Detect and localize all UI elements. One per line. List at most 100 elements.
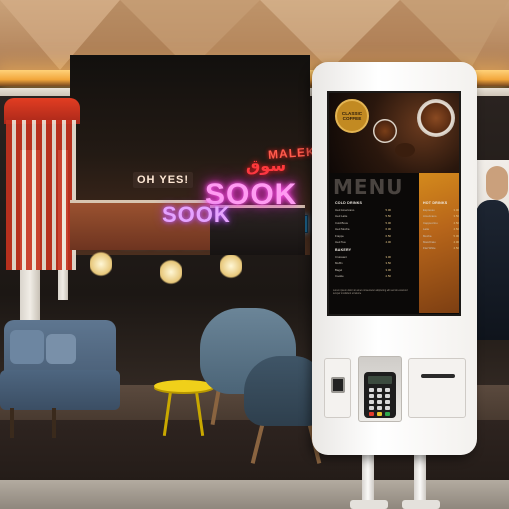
menu-item[interactable]: Iced Tea 4.00 <box>335 240 391 244</box>
menu-item-price: 6.00 <box>385 227 391 232</box>
menu-item[interactable]: Muffin 3.50 <box>335 261 391 265</box>
card-reader-panel[interactable] <box>324 358 351 418</box>
pinpad-key[interactable] <box>369 394 374 398</box>
menu-heading: BAKERY <box>335 247 352 252</box>
pendant-lamp <box>90 250 112 278</box>
menu-item-list: Croissant 3.00 Muffin 3.50 Bagel 3.00 Cookie 2.… <box>335 255 391 278</box>
pinpad-function-key[interactable] <box>369 412 374 416</box>
camera-icon <box>331 377 345 393</box>
pinpad-icon[interactable] <box>364 372 396 418</box>
pinpad-key[interactable] <box>369 388 374 392</box>
menu-item-name: Cold Brew <box>335 220 348 225</box>
menu-item-name: Iced Mocha <box>335 227 350 232</box>
sofa-leg <box>10 408 14 438</box>
menu-item-price: 5.50 <box>385 214 391 219</box>
logo-line-2: COFFEE <box>342 116 362 121</box>
menu-item-list: Espresso 3.00 Americano 3.50 Cappuccino 4.50 L… <box>423 208 459 250</box>
menu-item[interactable]: Mocha 5.00 <box>423 234 459 238</box>
menu-item-name: Macchiato <box>423 239 436 244</box>
menu-item-list: Iced Americano 5.00 Iced Latte 5.50 Cold Bre… <box>335 208 391 244</box>
menu-item-name: Americano <box>423 214 437 219</box>
menu-item-name: Mocha <box>423 233 432 238</box>
pinpad-key[interactable] <box>377 388 382 392</box>
kiosk-foot <box>350 500 388 509</box>
menu-item[interactable]: Espresso 3.00 <box>423 208 459 212</box>
menu-item[interactable]: Cookie 2.50 <box>335 274 391 278</box>
poster-man-face <box>486 166 508 200</box>
menu-item-price: 2.50 <box>385 274 391 279</box>
menu-item[interactable]: Macchiato 4.00 <box>423 240 459 244</box>
menu-item-price: 6.50 <box>385 233 391 238</box>
menu-item-name: Iced Tea <box>335 239 346 244</box>
sign-arabic: سوق <box>246 158 287 175</box>
menu-item[interactable]: Iced Mocha 6.00 <box>335 227 391 231</box>
menu-item-name: Cappuccino <box>423 220 438 225</box>
receipt-printer <box>408 358 466 418</box>
menu-item-price: 5.00 <box>385 208 391 212</box>
menu-column-right: HOT DRINKS Espresso 3.00 Americano 3.50 Capp… <box>423 201 459 253</box>
sofa-seat <box>0 370 120 410</box>
pinpad-key[interactable] <box>385 406 390 410</box>
pinpad-key[interactable] <box>369 406 374 410</box>
menu-item[interactable]: Cappuccino 4.50 <box>423 221 459 225</box>
pinpad-key[interactable] <box>377 406 382 410</box>
menu-item[interactable]: Frappe 6.50 <box>335 234 391 238</box>
menu-item-price: 4.00 <box>385 239 391 244</box>
pinpad-key[interactable] <box>385 394 390 398</box>
menu-item[interactable]: Bagel 3.00 <box>335 268 391 272</box>
pinpad-key[interactable] <box>377 394 382 398</box>
menu-item-name: Bagel <box>335 267 343 272</box>
menu-title: MENU <box>333 175 404 199</box>
neon-sign-sook-small: SOOK <box>162 202 231 227</box>
menu-item[interactable]: Croissant 3.00 <box>335 255 391 259</box>
menu-item-price: 3.50 <box>453 214 459 219</box>
striped-wall <box>6 120 76 270</box>
kiosk-touchscreen[interactable]: CLASSIC COFFEE MENU COLD DRINKS Iced Ame… <box>327 91 461 316</box>
pinpad-key[interactable] <box>385 388 390 392</box>
menu-item-name: Espresso <box>423 208 435 212</box>
mall-kiosk-scene: OH YES! MALEK! سوق SOOK SOOK CLASSIC COF… <box>0 0 509 509</box>
menu-item-price: 3.00 <box>385 254 391 259</box>
menu-item[interactable]: Flat White 4.50 <box>423 246 459 250</box>
menu-item[interactable]: Cold Brew 5.00 <box>335 221 391 225</box>
menu-item-price: 5.00 <box>453 233 459 238</box>
sofa-pillow <box>46 334 76 364</box>
pinpad-function-key[interactable] <box>377 412 382 416</box>
menu-item-price: 3.50 <box>385 261 391 266</box>
coffee-cup-image <box>417 99 455 137</box>
coffee-logo-icon: CLASSIC COFFEE <box>335 99 369 133</box>
sofa-leg <box>52 408 56 438</box>
menu-item[interactable]: Iced Latte 5.50 <box>335 214 391 218</box>
pinpad-key[interactable] <box>385 400 390 404</box>
pinpad-key[interactable] <box>377 400 382 404</box>
menu-footer-text: Lorem ipsum dolor sit amet consectetur a… <box>333 289 408 296</box>
menu-item-price: 5.00 <box>385 220 391 225</box>
menu-item-name: Latte <box>423 227 430 232</box>
pendant-lamp <box>220 252 242 280</box>
menu-item-price: 3.00 <box>453 208 459 212</box>
pendant-lamp <box>160 258 182 286</box>
menu-item-name: Iced Latte <box>335 214 348 219</box>
coffee-bowl-image <box>373 119 397 143</box>
menu-item-name: Cookie <box>335 274 344 279</box>
pinpad-display <box>368 376 392 384</box>
pinpad-function-key[interactable] <box>385 412 390 416</box>
kiosk-foot <box>402 500 440 509</box>
coffee-beans-image <box>395 143 415 157</box>
menu-item-price: 4.50 <box>453 220 459 225</box>
menu-item-name: Croissant <box>335 254 347 259</box>
menu-item-name: Flat White <box>423 246 436 251</box>
menu-item-name: Muffin <box>335 261 343 266</box>
menu-item-price: 4.50 <box>453 227 459 232</box>
menu-item[interactable]: Iced Americano 5.00 <box>335 208 391 212</box>
menu-item-name: Iced Americano <box>335 208 355 212</box>
receipt-slot-icon[interactable] <box>421 374 455 378</box>
menu-item[interactable]: Latte 4.50 <box>423 227 459 231</box>
menu-item-price: 4.50 <box>453 246 459 251</box>
menu-item-price: 4.00 <box>453 239 459 244</box>
poster-man-suit <box>476 200 509 340</box>
menu-item[interactable]: Americano 3.50 <box>423 214 459 218</box>
menu-item-name: Frappe <box>335 233 344 238</box>
sign-oh-yes: OH YES! <box>133 172 194 188</box>
pinpad-key[interactable] <box>369 400 374 404</box>
